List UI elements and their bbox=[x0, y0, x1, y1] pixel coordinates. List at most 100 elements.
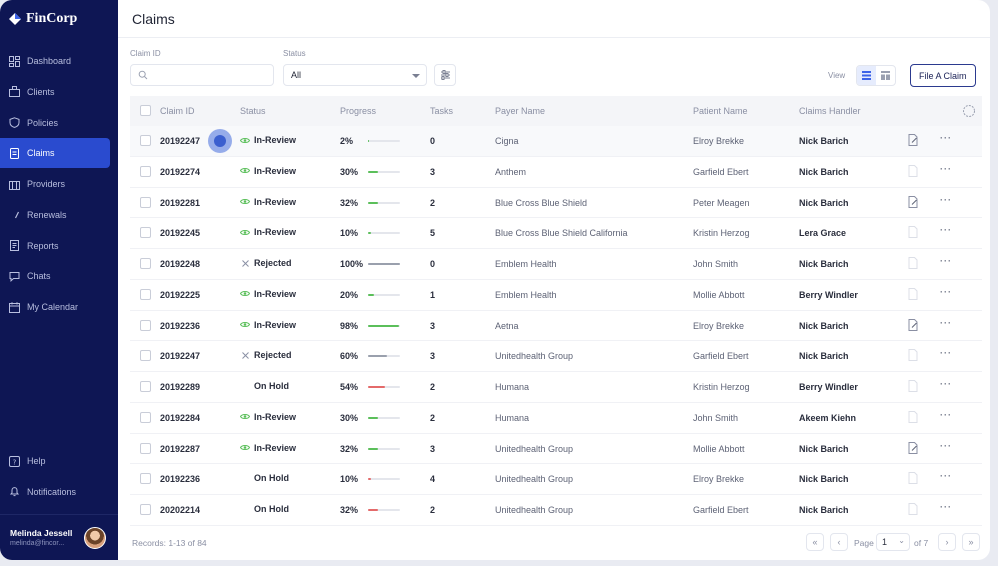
document-icon[interactable] bbox=[908, 349, 918, 363]
filter-settings-button[interactable] bbox=[434, 64, 456, 86]
table-row[interactable]: 20192245 In-Review 10% 5 Blue Cross Blue Shi… bbox=[130, 218, 982, 249]
claims-handler: Nick Barich bbox=[799, 320, 849, 331]
row-checkbox[interactable] bbox=[140, 165, 151, 177]
status-cell: Rejected bbox=[240, 258, 292, 268]
sidebar-item-reports[interactable]: Reports bbox=[0, 231, 118, 261]
status-select[interactable]: All bbox=[283, 64, 427, 86]
table-row[interactable]: 20192225 In-Review 20% 1 Emblem Health Mollie… bbox=[130, 280, 982, 311]
more-options-icon[interactable]: ··· bbox=[940, 471, 952, 481]
brand[interactable]: FinCorp bbox=[0, 0, 118, 38]
user-profile[interactable]: Melinda Jessell melinda@fincor... bbox=[0, 514, 118, 560]
sidebar-item-providers[interactable]: Providers bbox=[0, 169, 118, 199]
document-icon[interactable] bbox=[908, 410, 918, 425]
more-options-icon[interactable]: ··· bbox=[940, 318, 952, 328]
sidebar-item-label: Help bbox=[27, 456, 46, 466]
sidebar-item-help[interactable]: ? Help bbox=[0, 446, 118, 476]
more-options-icon[interactable]: ··· bbox=[940, 348, 952, 358]
row-checkbox[interactable] bbox=[140, 135, 151, 146]
document-icon[interactable] bbox=[908, 380, 918, 394]
row-checkbox[interactable] bbox=[140, 442, 151, 454]
shield-icon bbox=[8, 117, 20, 129]
row-checkbox[interactable] bbox=[140, 288, 151, 300]
more-options-icon[interactable]: ··· bbox=[940, 502, 952, 512]
status-cell: In-Review bbox=[240, 135, 296, 145]
claim-id: 20192225 bbox=[160, 289, 201, 300]
table-row[interactable]: 20202214 On Hold 32% 2 Unitedhealth Group Gar… bbox=[130, 495, 982, 526]
sidebar-item-renewals[interactable]: Renewals bbox=[0, 200, 118, 230]
eye-icon bbox=[240, 444, 250, 451]
document-icon[interactable] bbox=[908, 287, 918, 302]
page-select[interactable]: 1 ⌄ bbox=[876, 533, 910, 551]
column-settings-icon[interactable] bbox=[962, 104, 976, 120]
edit-document-icon[interactable] bbox=[908, 318, 918, 333]
claim-id: 20192247 bbox=[160, 351, 201, 362]
row-checkbox[interactable] bbox=[140, 504, 151, 515]
row-checkbox[interactable] bbox=[140, 350, 151, 362]
patient-name: Garfield Ebert bbox=[693, 351, 749, 362]
select-all-checkbox[interactable] bbox=[140, 105, 151, 116]
column-header-claims-handler[interactable]: Claims Handler bbox=[799, 106, 861, 116]
sidebar-item-clients[interactable]: Clients bbox=[0, 77, 118, 107]
claim-id: 20192274 bbox=[160, 166, 201, 177]
column-header-claim-id[interactable]: Claim ID bbox=[160, 106, 195, 116]
edit-document-icon[interactable] bbox=[908, 134, 918, 148]
edit-document-icon[interactable] bbox=[908, 195, 918, 210]
row-checkbox[interactable] bbox=[140, 473, 151, 485]
document-icon[interactable] bbox=[908, 472, 918, 486]
row-checkbox[interactable] bbox=[140, 411, 151, 423]
prev-page-button[interactable]: ‹ bbox=[830, 533, 848, 551]
document-icon[interactable] bbox=[908, 164, 918, 179]
file-claim-button[interactable]: File A Claim bbox=[910, 64, 976, 87]
document-icon[interactable] bbox=[908, 257, 918, 271]
table-row[interactable]: 20192281 In-Review 32% 2 Blue Cross Blue Shi… bbox=[130, 188, 982, 219]
table-row[interactable]: 20192284 In-Review 30% 2 Humana John Smith Ake… bbox=[130, 403, 982, 434]
table-row[interactable]: 20192248 Rejected 100% 0 Emblem Health John S… bbox=[130, 249, 982, 280]
column-header-tasks[interactable]: Tasks bbox=[430, 106, 453, 116]
column-header-patient-name[interactable]: Patient Name bbox=[693, 106, 748, 116]
more-options-icon[interactable]: ··· bbox=[940, 164, 952, 174]
table-row[interactable]: 20192289 On Hold 54% 2 Humana Kristin Herzog B… bbox=[130, 372, 982, 403]
more-options-icon[interactable]: ··· bbox=[940, 379, 952, 389]
list-view-button[interactable] bbox=[857, 66, 876, 85]
column-header-status[interactable]: Status bbox=[240, 106, 266, 116]
table-row[interactable]: 20192247 Rejected 60% 3 Unitedhealth Group Ga… bbox=[130, 341, 982, 372]
column-header-progress[interactable]: Progress bbox=[340, 106, 376, 116]
table-row[interactable]: 20192247 In-Review 2% 0 Cigna Elroy Brekke Nic… bbox=[130, 126, 982, 157]
avatar[interactable] bbox=[84, 526, 106, 549]
table-row[interactable]: 20192236 On Hold 10% 4 Unitedhealth Group Elr… bbox=[130, 464, 982, 495]
sidebar-item-dashboard[interactable]: Dashboard bbox=[0, 46, 118, 76]
edit-document-icon[interactable] bbox=[908, 441, 918, 456]
more-options-icon[interactable]: ··· bbox=[940, 133, 952, 143]
claim-id-input[interactable] bbox=[130, 64, 274, 86]
row-checkbox[interactable] bbox=[140, 319, 151, 331]
row-checkbox[interactable] bbox=[140, 227, 151, 239]
progress-bar bbox=[368, 293, 400, 296]
row-checkbox[interactable] bbox=[140, 196, 151, 208]
last-page-button[interactable]: » bbox=[962, 533, 980, 551]
more-options-icon[interactable]: ··· bbox=[940, 195, 952, 205]
first-page-button[interactable]: « bbox=[806, 533, 824, 551]
sidebar-item-my-calendar[interactable]: My Calendar bbox=[0, 292, 118, 322]
more-options-icon[interactable]: ··· bbox=[940, 410, 952, 420]
sidebar-item-notifications[interactable]: Notifications bbox=[0, 477, 118, 507]
board-view-button[interactable] bbox=[876, 66, 895, 85]
document-icon[interactable] bbox=[908, 226, 918, 240]
sidebar-item-claims[interactable]: Claims bbox=[0, 138, 110, 169]
column-header-payer-name[interactable]: Payer Name bbox=[495, 106, 545, 116]
next-page-button[interactable]: › bbox=[938, 533, 956, 551]
row-checkbox[interactable] bbox=[140, 258, 151, 269]
claim-id: 20192247 bbox=[160, 136, 201, 146]
more-options-icon[interactable]: ··· bbox=[940, 287, 952, 297]
claim-id: 20192245 bbox=[160, 228, 201, 239]
table-row[interactable]: 20192287 In-Review 32% 3 Unitedhealth Group M… bbox=[130, 434, 982, 465]
table-row[interactable]: 20192274 In-Review 30% 3 Anthem Garfield Eber… bbox=[130, 157, 982, 188]
more-options-icon[interactable]: ··· bbox=[940, 225, 952, 235]
document-icon[interactable] bbox=[908, 503, 918, 517]
more-options-icon[interactable]: ··· bbox=[940, 256, 952, 266]
providers-icon bbox=[8, 178, 20, 190]
more-options-icon[interactable]: ··· bbox=[940, 441, 952, 451]
table-row[interactable]: 20192236 In-Review 98% 3 Aetna Elroy Brekke Ni… bbox=[130, 311, 982, 342]
sidebar-item-chats[interactable]: Chats bbox=[0, 261, 118, 291]
row-checkbox[interactable] bbox=[140, 381, 151, 392]
sidebar-item-policies[interactable]: Policies bbox=[0, 108, 118, 138]
